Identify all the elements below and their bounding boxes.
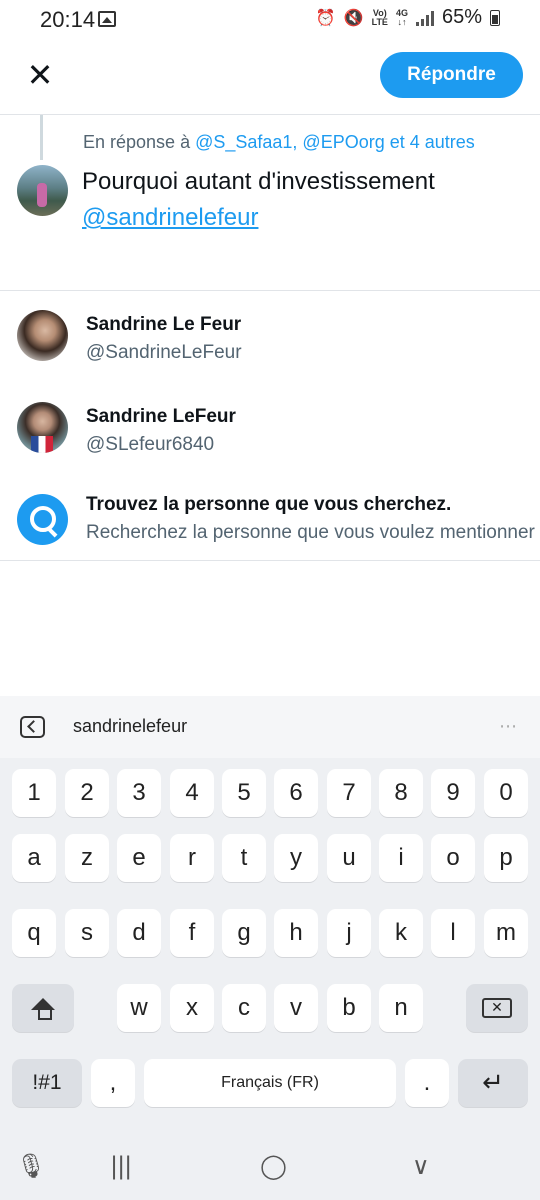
data-4g-icon: 4G ↓↑ — [395, 7, 408, 27]
key[interactable]: e — [117, 834, 161, 882]
key[interactable]: x — [170, 984, 214, 1032]
key[interactable]: i — [379, 834, 423, 882]
avatar — [17, 402, 68, 453]
symbols-key[interactable]: !#1 — [12, 1059, 82, 1107]
key[interactable]: 2 — [65, 769, 109, 817]
more-icon[interactable]: ⋯ — [499, 716, 518, 737]
key[interactable]: s — [65, 909, 109, 957]
keyboard: sandrinelefeur ⋯ 1 2 3 4 5 6 7 8 9 0 a z… — [0, 696, 540, 1200]
suggestions-divider — [0, 560, 540, 561]
compose-textarea[interactable]: Pourquoi autant d'investissement @sandri… — [82, 164, 522, 236]
compose-mention: @sandrinelefeur — [82, 204, 259, 231]
system-navbar: 🎙 ||| ◯ ∨ — [0, 1140, 540, 1200]
key[interactable]: d — [117, 909, 161, 957]
period-key[interactable]: . — [405, 1059, 449, 1107]
key[interactable]: u — [327, 834, 371, 882]
signal-icon — [415, 10, 434, 26]
shift-key[interactable] — [12, 984, 74, 1032]
status-bar: 20:14 ⏰ 🔇 Vo) LTE 4G ↓↑ 65% — [0, 0, 540, 38]
find-person-title: Trouvez la personne que vous cherchez. — [86, 494, 452, 515]
key[interactable]: 1 — [12, 769, 56, 817]
key[interactable]: b — [327, 984, 371, 1032]
key[interactable]: n — [379, 984, 423, 1032]
key[interactable]: w — [117, 984, 161, 1032]
key[interactable]: 3 — [117, 769, 161, 817]
user-avatar — [17, 165, 68, 216]
thread-line — [40, 115, 43, 160]
home-button[interactable]: ◯ — [260, 1152, 287, 1180]
back-button[interactable]: ∨ — [412, 1152, 430, 1180]
key[interactable]: 5 — [222, 769, 266, 817]
key[interactable]: v — [274, 984, 318, 1032]
mention-suggestion[interactable]: Sandrine LeFeur @SLefeur6840 — [0, 394, 540, 464]
in-reply-handles[interactable]: @S_Safaa1, @EPOorg et 4 autres — [195, 132, 475, 152]
battery-percent: 65% — [441, 6, 482, 28]
key[interactable]: 0 — [484, 769, 528, 817]
key[interactable]: y — [274, 834, 318, 882]
reply-button[interactable]: Répondre — [380, 52, 523, 98]
key[interactable]: z — [65, 834, 109, 882]
recents-button[interactable]: ||| — [110, 1152, 132, 1180]
key[interactable]: f — [170, 909, 214, 957]
key[interactable]: t — [222, 834, 266, 882]
find-person-item[interactable]: Trouvez la personne que vous cherchez. R… — [0, 484, 540, 554]
alarm-icon: ⏰ — [315, 8, 336, 27]
enter-key[interactable]: ↵ — [458, 1059, 528, 1107]
in-reply-prefix: En réponse à — [83, 132, 196, 152]
mention-suggestion[interactable]: Sandrine Le Feur @SandrineLeFeur — [0, 302, 540, 372]
backspace-key[interactable]: ✕ — [466, 984, 528, 1032]
key[interactable]: k — [379, 909, 423, 957]
suggestion-handle: @SLefeur6840 — [86, 434, 215, 455]
compose-divider — [0, 290, 540, 291]
key[interactable]: 4 — [170, 769, 214, 817]
volte-icon: Vo) LTE — [371, 7, 388, 27]
key[interactable]: q — [12, 909, 56, 957]
key[interactable]: j — [327, 909, 371, 957]
shift-icon — [31, 998, 55, 1020]
key[interactable]: g — [222, 909, 266, 957]
key[interactable]: 6 — [274, 769, 318, 817]
keyboard-toolbar: sandrinelefeur ⋯ — [0, 696, 540, 758]
suggestion-handle: @SandrineLeFeur — [86, 342, 242, 363]
key[interactable]: p — [484, 834, 528, 882]
key[interactable]: l — [431, 909, 475, 957]
space-key[interactable]: Français (FR) — [144, 1059, 396, 1107]
find-person-subtitle: Recherchez la personne que vous voulez m… — [86, 522, 535, 543]
status-icons: ⏰ 🔇 Vo) LTE 4G ↓↑ 65% — [316, 6, 500, 29]
image-notification-icon — [98, 11, 116, 27]
keyboard-collapse-icon[interactable] — [20, 716, 45, 738]
key[interactable]: 9 — [431, 769, 475, 817]
microphone-icon[interactable]: 🎙 — [16, 1152, 46, 1180]
backspace-icon: ✕ — [482, 998, 512, 1018]
compose-text: Pourquoi autant d'investissement — [82, 168, 435, 195]
mute-icon: 🔇 — [343, 8, 364, 27]
key[interactable]: 7 — [327, 769, 371, 817]
comma-key[interactable]: , — [91, 1059, 135, 1107]
status-time: 20:14 — [40, 7, 96, 32]
avatar — [17, 310, 68, 361]
key[interactable]: m — [484, 909, 528, 957]
in-reply-to: En réponse à @S_Safaa1, @EPOorg et 4 aut… — [83, 132, 475, 153]
key[interactable]: h — [274, 909, 318, 957]
key[interactable]: 8 — [379, 769, 423, 817]
key[interactable]: o — [431, 834, 475, 882]
suggestion-name: Sandrine LeFeur — [86, 406, 236, 427]
battery-icon — [490, 9, 500, 26]
close-icon[interactable]: ✕ — [22, 56, 58, 94]
key[interactable]: r — [170, 834, 214, 882]
header-divider — [0, 114, 540, 115]
key[interactable]: a — [12, 834, 56, 882]
search-icon — [17, 494, 68, 545]
keyboard-word-suggestion[interactable]: sandrinelefeur — [73, 716, 187, 737]
suggestion-name: Sandrine Le Feur — [86, 314, 242, 335]
key[interactable]: c — [222, 984, 266, 1032]
